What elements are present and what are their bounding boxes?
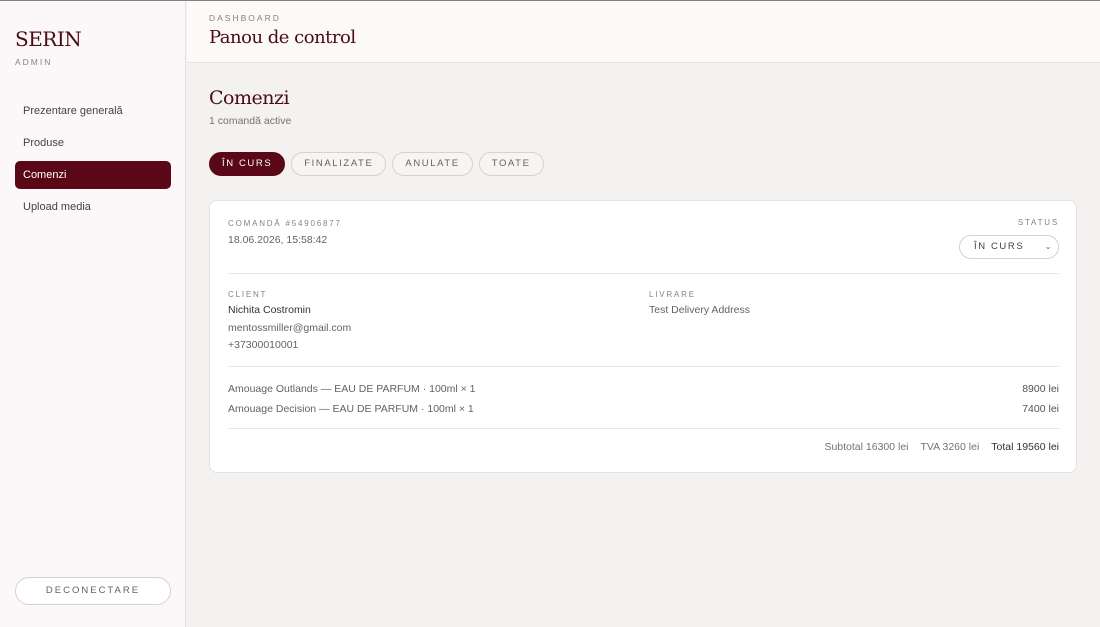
order-number: COMANDĂ #54906877 <box>228 219 342 228</box>
sidebar-nav: Prezentare generală Produse Comenzi Uplo… <box>15 97 171 225</box>
order-item-name: Amouage Outlands — EAU DE PARFUM · 100ml… <box>228 383 476 395</box>
section-subtitle: 1 comandă active <box>209 115 292 127</box>
order-filter-tabs: ÎN CURS FINALIZATE ANULATE TOATE <box>209 152 544 176</box>
tab-in-progress[interactable]: ÎN CURS <box>209 152 286 176</box>
logout-button[interactable]: DECONECTARE <box>15 577 171 605</box>
client-label: CLIENT <box>228 290 268 299</box>
order-subtotal: Subtotal 16300 lei <box>824 441 909 453</box>
sidebar-item-products[interactable]: Produse <box>15 129 171 157</box>
order-total: Total 19560 lei <box>991 441 1059 453</box>
client-email: mentossmiller@gmail.com <box>228 322 352 334</box>
divider <box>228 273 1059 274</box>
status-value: ÎN CURS <box>974 241 1025 252</box>
section-title: Comenzi <box>209 87 290 109</box>
sidebar-item-overview[interactable]: Prezentare generală <box>15 97 171 125</box>
top-bar: DASHBOARD Panou de control <box>187 1 1100 63</box>
order-datetime: 18.06.2026, 15:58:42 <box>228 234 328 246</box>
tab-all[interactable]: TOATE <box>478 152 544 176</box>
order-item-name: Amouage Decision — EAU DE PARFUM · 100ml… <box>228 403 474 415</box>
page-title: Panou de control <box>209 27 356 48</box>
chevron-down-icon: ⌄ <box>1044 242 1053 251</box>
client-phone: +37300010001 <box>228 339 299 351</box>
sidebar-item-orders[interactable]: Comenzi <box>15 161 171 189</box>
status-label: STATUS <box>1017 218 1059 227</box>
status-select[interactable]: ÎN CURS ⌄ <box>959 235 1059 259</box>
delivery-address: Test Delivery Address <box>649 304 750 316</box>
sidebar: SERIN ADMIN Prezentare generală Produse … <box>0 1 186 627</box>
order-totals: Subtotal 16300 lei TVA 3260 lei Total 19… <box>824 441 1059 453</box>
brand-subtitle: ADMIN <box>15 57 53 67</box>
sidebar-item-upload-media[interactable]: Upload media <box>15 193 171 221</box>
breadcrumb: DASHBOARD <box>209 13 281 23</box>
order-item-price: 7400 lei <box>1022 403 1059 415</box>
tab-cancelled[interactable]: ANULATE <box>392 152 473 176</box>
order-card: COMANDĂ #54906877 18.06.2026, 15:58:42 S… <box>209 200 1077 473</box>
divider <box>228 428 1059 429</box>
divider <box>228 366 1059 367</box>
order-tva: TVA 3260 lei <box>920 441 980 453</box>
brand-logo: SERIN <box>15 27 82 51</box>
client-name: Nichita Costromin <box>228 304 311 316</box>
order-item-price: 8900 lei <box>1022 383 1059 395</box>
tab-completed[interactable]: FINALIZATE <box>291 152 387 176</box>
delivery-label: LIVRARE <box>649 290 696 299</box>
